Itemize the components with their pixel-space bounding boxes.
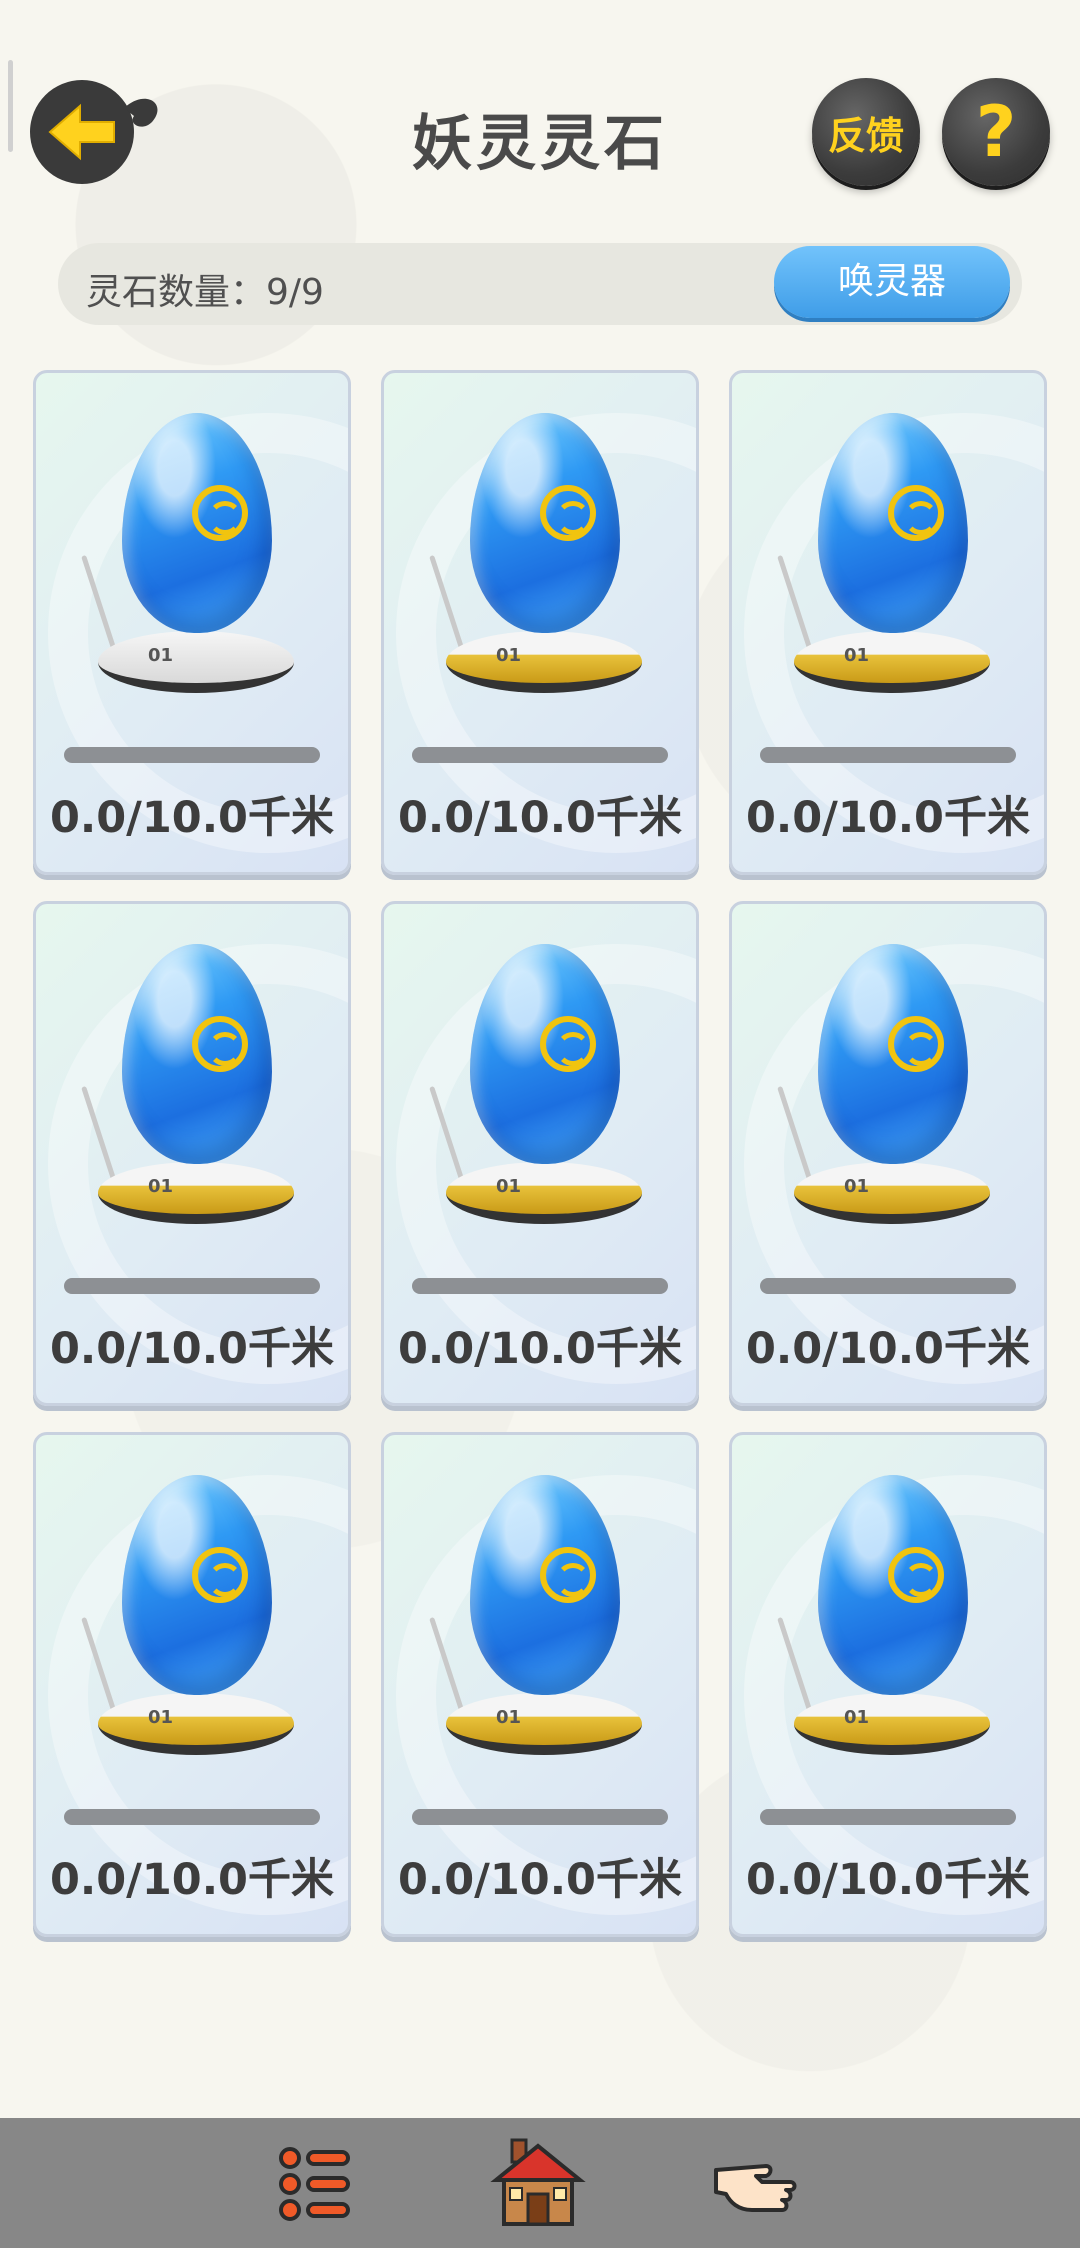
stone-count-label: 灵石数量：9/9 (86, 272, 324, 313)
crystal-egg-icon (470, 1475, 620, 1695)
house-icon[interactable] (490, 2136, 586, 2232)
emblem-icon (540, 1547, 596, 1603)
stone-card[interactable]: 01 0.0/10.0千米 (729, 1432, 1047, 1937)
progress-bar (760, 747, 1016, 763)
crystal-egg-icon (818, 413, 968, 633)
crystal-egg-icon (818, 1475, 968, 1695)
distance-label: 0.0/10.0千米 (746, 793, 1030, 843)
summoner-button[interactable]: 唤灵器 (774, 246, 1010, 318)
base-label: 01 (148, 1176, 174, 1197)
base-label: 01 (496, 1707, 522, 1728)
spirit-stone-image: 01 (81, 1475, 294, 1765)
stone-base: 01 (794, 1162, 990, 1224)
spirit-stone-image: 01 (777, 413, 990, 703)
distance-label: 0.0/10.0千米 (746, 1855, 1030, 1905)
progress-bar (760, 1278, 1016, 1294)
stone-card[interactable]: 01 0.0/10.0千米 (729, 370, 1047, 875)
distance-label: 0.0/10.0千米 (398, 793, 682, 843)
stone-card[interactable]: 01 0.0/10.0千米 (729, 901, 1047, 1406)
stone-card[interactable]: 01 0.0/10.0千米 (381, 370, 699, 875)
stone-base: 01 (446, 1693, 642, 1755)
progress-bar (412, 1809, 668, 1825)
base-label: 01 (844, 645, 870, 666)
spirit-stone-image: 01 (777, 1475, 990, 1765)
list-icon[interactable] (270, 2136, 366, 2232)
stone-base: 01 (98, 631, 294, 693)
stone-base: 01 (794, 631, 990, 693)
emblem-icon (888, 1547, 944, 1603)
feedback-button[interactable]: 反馈 (812, 78, 920, 186)
progress-bar (412, 1278, 668, 1294)
stone-base: 01 (98, 1162, 294, 1224)
base-label: 01 (844, 1176, 870, 1197)
emblem-icon (192, 485, 248, 541)
help-button[interactable]: ? (942, 78, 1050, 186)
stone-grid: 01 0.0/10.0千米 01 0.0/10.0千米 01 0.0/10.0千… (33, 370, 1047, 1937)
crystal-egg-icon (818, 944, 968, 1164)
emblem-icon (192, 1016, 248, 1072)
stone-card[interactable]: 01 0.0/10.0千米 (33, 370, 351, 875)
base-label: 01 (496, 1176, 522, 1197)
distance-label: 0.0/10.0千米 (746, 1324, 1030, 1374)
stone-base: 01 (446, 1162, 642, 1224)
progress-bar (64, 1809, 320, 1825)
question-mark-icon: ? (975, 91, 1017, 173)
bottom-nav-bar (0, 2118, 1080, 2248)
distance-label: 0.0/10.0千米 (50, 1324, 334, 1374)
emblem-icon (540, 485, 596, 541)
stone-card[interactable]: 01 0.0/10.0千米 (381, 1432, 699, 1937)
feedback-label: 反馈 (827, 113, 904, 158)
crystal-egg-icon (122, 1475, 272, 1695)
stone-card[interactable]: 01 0.0/10.0千米 (33, 1432, 351, 1937)
stone-count-bar: 灵石数量：9/9 唤灵器 (58, 243, 1022, 325)
base-label: 01 (496, 645, 522, 666)
emblem-icon (888, 485, 944, 541)
distance-label: 0.0/10.0千米 (50, 793, 334, 843)
stone-base: 01 (446, 631, 642, 693)
distance-label: 0.0/10.0千米 (398, 1855, 682, 1905)
emblem-icon (192, 1547, 248, 1603)
spirit-stone-image: 01 (429, 413, 642, 703)
distance-label: 0.0/10.0千米 (50, 1855, 334, 1905)
crystal-egg-icon (122, 944, 272, 1164)
progress-bar (760, 1809, 1016, 1825)
pointing-hand-icon[interactable] (712, 2136, 808, 2232)
crystal-egg-icon (470, 944, 620, 1164)
base-label: 01 (148, 1707, 174, 1728)
stone-card[interactable]: 01 0.0/10.0千米 (33, 901, 351, 1406)
stone-base: 01 (98, 1693, 294, 1755)
progress-bar (64, 747, 320, 763)
emblem-icon (540, 1016, 596, 1072)
base-label: 01 (148, 645, 174, 666)
spirit-stone-image: 01 (429, 944, 642, 1234)
base-label: 01 (844, 1707, 870, 1728)
spirit-stone-image: 01 (429, 1475, 642, 1765)
crystal-egg-icon (470, 413, 620, 633)
progress-bar (64, 1278, 320, 1294)
spirit-stone-image: 01 (81, 413, 294, 703)
emblem-icon (888, 1016, 944, 1072)
progress-bar (412, 747, 668, 763)
crystal-egg-icon (122, 413, 272, 633)
spirit-stone-image: 01 (81, 944, 294, 1234)
stone-card[interactable]: 01 0.0/10.0千米 (381, 901, 699, 1406)
distance-label: 0.0/10.0千米 (398, 1324, 682, 1374)
stone-base: 01 (794, 1693, 990, 1755)
spirit-stone-image: 01 (777, 944, 990, 1234)
